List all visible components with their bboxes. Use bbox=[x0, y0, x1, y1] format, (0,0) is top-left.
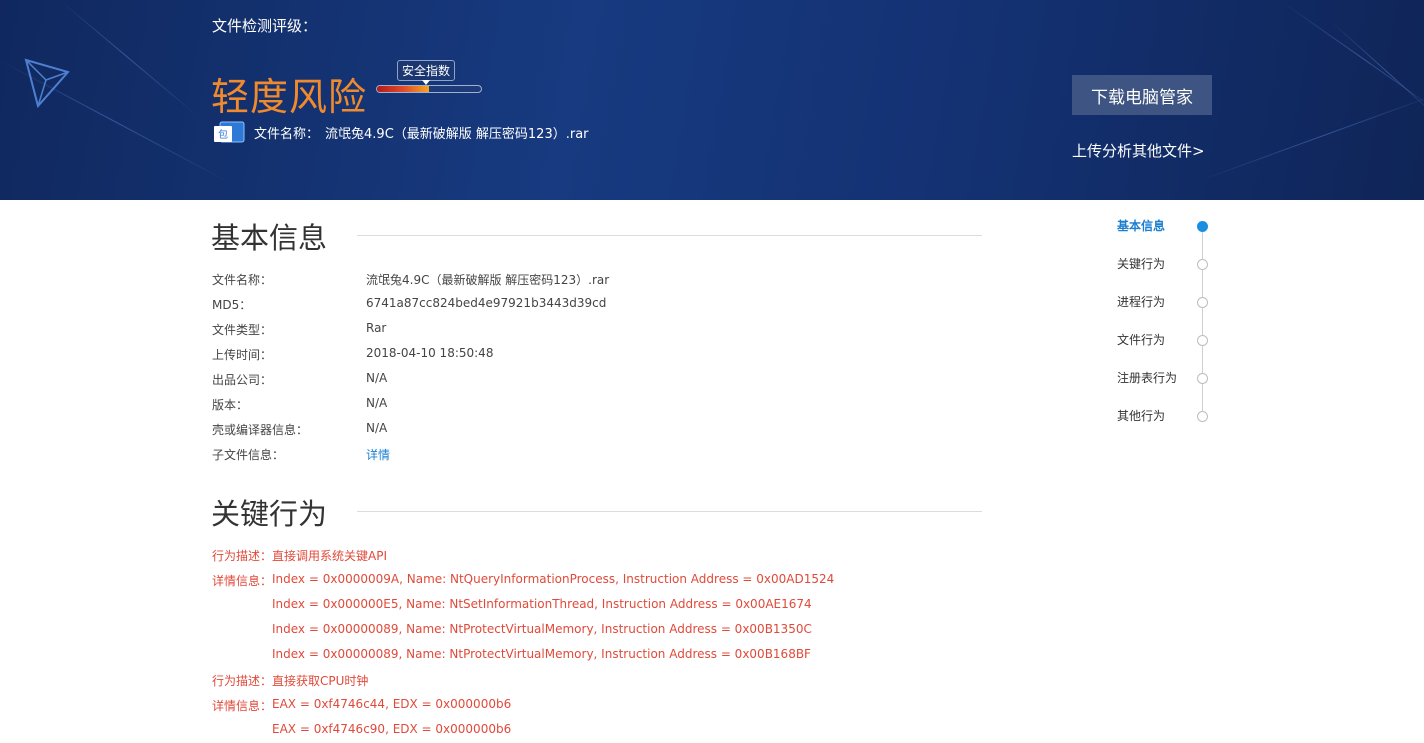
behavior-detail-label: 详情信息： bbox=[212, 699, 273, 713]
decor-streak bbox=[1279, 0, 1424, 116]
info-key: 版本： bbox=[212, 398, 249, 412]
behavior-detail-value: Index = 0x00000089, Name: NtProtectVirtu… bbox=[272, 647, 811, 661]
info-value: N/A bbox=[366, 421, 388, 435]
behavior-desc-value: 直接调用系统关键API bbox=[272, 549, 387, 563]
behavior-description-row: 行为描述： 直接调用系统关键API bbox=[212, 547, 387, 564]
info-key: 壳或编译器信息： bbox=[212, 423, 309, 437]
info-value: 流氓兔4.9C（最新破解版 解压密码123）.rar bbox=[366, 273, 610, 287]
nav-dot-process-behavior[interactable] bbox=[1197, 297, 1208, 308]
nav-item-file-behavior[interactable]: 文件行为 bbox=[1117, 331, 1165, 348]
info-value: 6741a87cc824bed4e97921b3443d39cd bbox=[366, 296, 607, 310]
decor-streak bbox=[1199, 91, 1424, 181]
info-value: N/A bbox=[366, 371, 388, 385]
section-divider bbox=[357, 235, 982, 236]
behavior-description-row: 行为描述： 直接获取CPU时钟 bbox=[212, 672, 368, 689]
behavior-detail-value: EAX = 0xf4746c90, EDX = 0x000000b6 bbox=[272, 722, 512, 736]
svg-text:包: 包 bbox=[218, 128, 228, 141]
risk-level: 轻度风险 bbox=[211, 75, 368, 119]
behavior-detail-row: 详情信息： EAX = 0xf4746c44, EDX = 0x000000b6 bbox=[212, 697, 511, 714]
info-key: 上传时间： bbox=[212, 348, 273, 362]
nav-track-line bbox=[1202, 226, 1203, 416]
behavior-detail-value: Index = 0x0000009A, Name: NtQueryInforma… bbox=[272, 572, 835, 586]
info-key: 子文件信息： bbox=[212, 448, 285, 462]
triangle-logo-icon bbox=[24, 58, 70, 109]
behavior-desc-label: 行为描述： bbox=[212, 674, 273, 688]
info-key: MD5： bbox=[212, 298, 252, 312]
info-value: Rar bbox=[366, 321, 387, 335]
decor-streak bbox=[1329, 20, 1424, 128]
behavior-desc-label: 行为描述： bbox=[212, 549, 273, 563]
basic-info-heading: 基本信息 bbox=[211, 221, 328, 255]
safety-meter-label: 安全指数 bbox=[397, 60, 456, 85]
info-key: 出品公司： bbox=[212, 373, 273, 387]
info-key: 文件名称： bbox=[212, 273, 273, 287]
nav-dot-basic-info[interactable] bbox=[1197, 221, 1208, 232]
file-name-line: 包 文件名称： 流氓兔4.9C（最新破解版 解压密码123）.rar bbox=[214, 120, 589, 144]
subfile-details-link[interactable]: 详情 bbox=[366, 446, 390, 463]
nav-dot-other-behavior[interactable] bbox=[1197, 411, 1208, 422]
nav-item-registry-behavior[interactable]: 注册表行为 bbox=[1117, 369, 1177, 386]
upload-other-file-link[interactable]: 上传分析其他文件> bbox=[1072, 140, 1205, 161]
behavior-detail-value: Index = 0x000000E5, Name: NtSetInformati… bbox=[272, 597, 812, 611]
info-value: 2018-04-10 18:50:48 bbox=[366, 346, 494, 360]
decor-streak bbox=[59, 0, 199, 117]
nav-item-other-behavior[interactable]: 其他行为 bbox=[1117, 407, 1165, 424]
nav-dot-registry-behavior[interactable] bbox=[1197, 373, 1208, 384]
behavior-detail-value: Index = 0x00000089, Name: NtProtectVirtu… bbox=[272, 622, 812, 636]
info-key: 文件类型： bbox=[212, 323, 273, 337]
behavior-detail-label: 详情信息： bbox=[212, 574, 273, 588]
key-behavior-heading: 关键行为 bbox=[211, 497, 328, 531]
behavior-desc-value: 直接获取CPU时钟 bbox=[272, 674, 369, 688]
behavior-detail-row: 详情信息： Index = 0x0000009A, Name: NtQueryI… bbox=[212, 572, 834, 589]
safety-meter-bar bbox=[376, 85, 482, 93]
archive-file-icon: 包 bbox=[214, 120, 246, 144]
safety-meter-fill bbox=[377, 86, 429, 92]
section-divider bbox=[357, 511, 982, 512]
nav-item-key-behavior[interactable]: 关键行为 bbox=[1117, 255, 1165, 272]
nav-item-process-behavior[interactable]: 进程行为 bbox=[1117, 293, 1165, 310]
safety-meter: 安全指数 bbox=[376, 60, 484, 100]
download-pc-manager-button[interactable]: 下载电脑管家 bbox=[1072, 75, 1212, 115]
report-header: 文件检测评级： 轻度风险 安全指数 包 文件名称： 流氓兔4.9C（最新破解版 … bbox=[0, 0, 1424, 200]
rating-title: 文件检测评级： bbox=[212, 17, 318, 35]
nav-item-basic-info[interactable]: 基本信息 bbox=[1117, 217, 1165, 234]
behavior-detail-value: EAX = 0xf4746c44, EDX = 0x000000b6 bbox=[272, 697, 512, 711]
info-value: N/A bbox=[366, 396, 388, 410]
file-name-value: 流氓兔4.9C（最新破解版 解压密码123）.rar bbox=[325, 126, 589, 142]
nav-dot-file-behavior[interactable] bbox=[1197, 335, 1208, 346]
file-name-label: 文件名称： bbox=[254, 126, 320, 142]
nav-dot-key-behavior[interactable] bbox=[1197, 259, 1208, 270]
section-nav: 基本信息 关键行为 进程行为 文件行为 注册表行为 其他行为 bbox=[1110, 212, 1220, 432]
